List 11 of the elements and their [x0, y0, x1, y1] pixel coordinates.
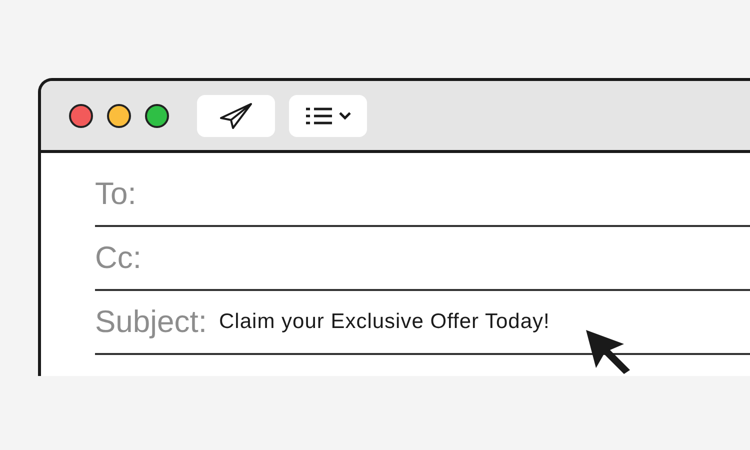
list-menu-button[interactable]	[289, 94, 367, 136]
header-field[interactable]: To:	[95, 163, 750, 227]
paper-plane-icon	[219, 102, 253, 130]
send-button[interactable]	[197, 94, 275, 136]
field-label: To:	[95, 174, 136, 213]
list-icon	[305, 106, 333, 126]
caret-icon	[339, 112, 351, 120]
field-value: Claim your Exclusive Offer Today!	[219, 309, 550, 336]
header-field[interactable]: Cc:	[95, 227, 750, 291]
field-label: Subject:	[95, 302, 208, 341]
field-label: Cc:	[95, 238, 142, 277]
